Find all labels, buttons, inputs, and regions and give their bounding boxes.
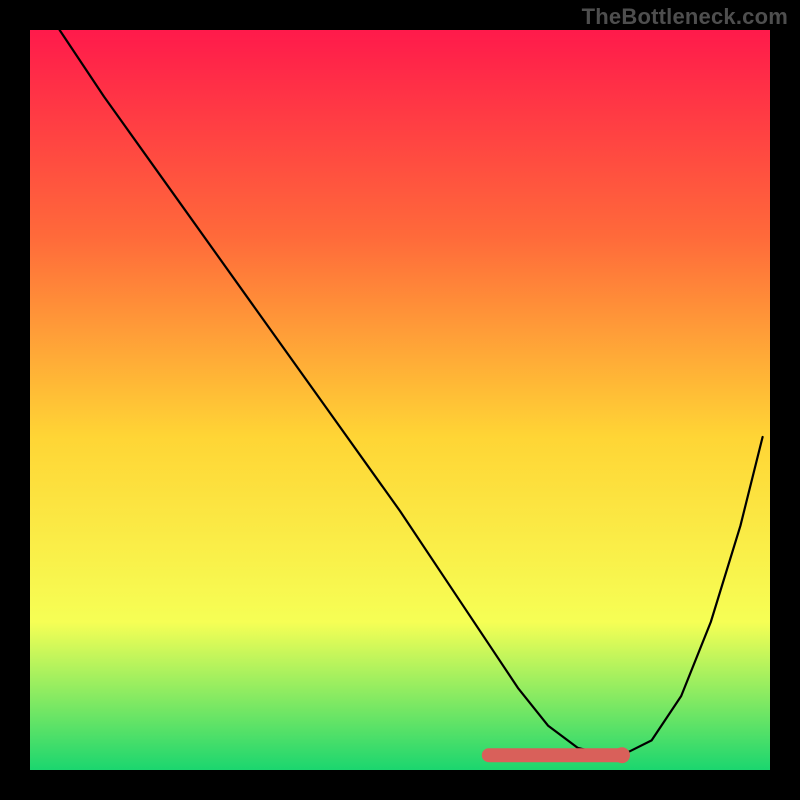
plot-background [30, 30, 770, 770]
chart-container: TheBottleneck.com [0, 0, 800, 800]
bottleneck-chart [0, 0, 800, 800]
watermark-text: TheBottleneck.com [582, 4, 788, 30]
optimal-endpoint-dot [614, 747, 630, 763]
